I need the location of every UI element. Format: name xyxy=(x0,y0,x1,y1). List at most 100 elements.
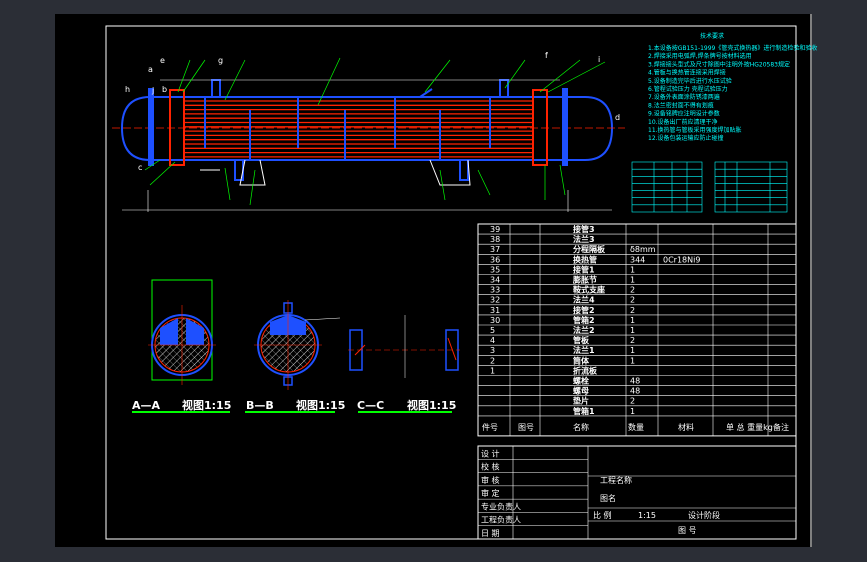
bom-no: 2 xyxy=(490,356,495,365)
note-line: 1.本设备按GB151-1999《管壳式换热器》进行制造检验和验收 xyxy=(648,44,817,52)
bom-header-weight: 单 总 重量kg xyxy=(726,422,773,432)
bom-no: 34 xyxy=(490,276,500,285)
leader-letter: e xyxy=(160,56,165,65)
bom-name: 接管3 xyxy=(573,224,595,234)
bom-name: 法兰1 xyxy=(573,345,595,355)
bom-no: 33 xyxy=(490,286,500,295)
bom-no: 4 xyxy=(490,336,495,345)
note-line: 12.设备包装运输应防止碰撞 xyxy=(648,134,724,142)
bom-name: 螺栓 xyxy=(573,376,589,386)
tb-left-label: 校 核 xyxy=(481,462,500,472)
tb-scale-label: 比 例 xyxy=(593,510,612,520)
tb-project: 工程名称 xyxy=(600,475,632,485)
right-flange xyxy=(562,88,568,166)
bom-qty: δ8mm xyxy=(630,245,656,254)
section-scale: 视图1:15 xyxy=(182,398,231,412)
note-line: 8.法兰密封面不得有划痕 xyxy=(648,101,714,109)
bom-qty: 48 xyxy=(630,377,640,386)
leader-letter: d xyxy=(615,113,620,122)
note-line: 9.设备铭牌应注明设计参数 xyxy=(648,110,720,118)
note-line: 3.焊接接头型式及尺寸除图中注明外按HG20583规定 xyxy=(648,60,790,68)
bom-no: 1 xyxy=(490,366,495,375)
leader-letter: c xyxy=(138,163,142,172)
notes-title: 技术要求 xyxy=(700,32,724,40)
bom-header-no: 件号 xyxy=(482,422,498,432)
bom-no: 5 xyxy=(490,326,495,335)
section-name: C—C xyxy=(357,399,384,412)
bom-name: 管箱1 xyxy=(573,406,595,416)
bom-header-name: 名称 xyxy=(573,422,589,432)
note-line: 7.设备外表面涂防锈漆两遍 xyxy=(648,93,720,101)
bom-name: 分程隔板 xyxy=(573,244,606,254)
leader-letter: j xyxy=(151,86,154,95)
tb-scale-value: 1:15 xyxy=(638,511,656,520)
bom-qty: 2 xyxy=(630,286,635,295)
section-name: A—A xyxy=(132,399,161,412)
bom-name: 螺母 xyxy=(573,386,589,396)
leader-letter: h xyxy=(125,85,130,94)
bom-qty: 1 xyxy=(630,346,635,355)
bom-name: 筒体 xyxy=(573,355,590,365)
cad-drawing: a b c d e f g h i j 技术要求 1.本设备按GB151-1999《管壳式换热器》… xyxy=(55,14,817,547)
bom-no: 32 xyxy=(490,296,500,305)
section-scale: 视图1:15 xyxy=(296,398,345,412)
bom-name: 换热管 xyxy=(573,254,597,264)
bom-no: 3 xyxy=(490,346,495,355)
bom-qty: 48 xyxy=(630,387,640,396)
bom-qty: 2 xyxy=(630,397,635,406)
left-flange xyxy=(148,88,154,166)
bom-no: 30 xyxy=(490,316,500,325)
tb-left-label: 审 定 xyxy=(481,488,500,498)
bom-qty: 1 xyxy=(630,326,635,335)
note-line: 11.换热管与管板采用强度焊加贴胀 xyxy=(648,126,742,134)
bom-header-material: 材料 xyxy=(678,422,694,432)
tb-number: 图 号 xyxy=(678,526,697,535)
bom-name: 管板 xyxy=(573,335,590,345)
leader-letter: a xyxy=(148,65,153,74)
bom-name: 膨胀节 xyxy=(572,275,597,285)
bom-no: 39 xyxy=(490,225,500,234)
bom-name: 垫片 xyxy=(573,396,589,406)
bom-name: 接管2 xyxy=(573,305,595,315)
bom-qty: 1 xyxy=(630,356,635,365)
bom-qty: 1 xyxy=(630,265,635,274)
bom-name: 接管1 xyxy=(573,264,595,274)
section-name: B—B xyxy=(246,399,274,412)
leader-letter: g xyxy=(218,56,223,65)
bom-no: 37 xyxy=(490,245,500,254)
tb-left-label: 工程负责人 xyxy=(481,515,521,525)
bom-no: 31 xyxy=(490,306,500,315)
bom-qty: 2 xyxy=(630,296,635,305)
leader-letter: i xyxy=(598,55,600,64)
leader-letter: f xyxy=(545,51,548,60)
bom-name: 折流板 xyxy=(573,365,598,375)
section-scale: 视图1:15 xyxy=(407,398,456,412)
bom-qty: 344 xyxy=(630,255,645,264)
bom-no: 38 xyxy=(490,235,500,244)
note-line: 4.管板与换热管连接采用焊接 xyxy=(648,69,726,77)
note-line: 10.设备出厂前应清理干净 xyxy=(648,118,718,126)
bom-qty: 2 xyxy=(630,306,635,315)
bom-name: 法兰3 xyxy=(573,234,595,244)
bom-qty: 2 xyxy=(630,336,635,345)
bom-name: 管箱2 xyxy=(573,315,595,325)
bom-name: 法兰2 xyxy=(573,325,595,335)
bom-material: 0Cr18Ni9 xyxy=(663,255,700,264)
tb-stage: 设计阶段 xyxy=(688,510,720,520)
note-line: 5.设备制造完毕后进行水压试验 xyxy=(648,77,732,85)
tb-left-label: 日 期 xyxy=(481,529,500,538)
bom-qty: 1 xyxy=(630,276,635,285)
leader-letter: b xyxy=(162,85,167,94)
tb-left-label: 专业负责人 xyxy=(481,501,521,511)
bom-name: 鞍式支座 xyxy=(573,285,605,295)
bom-no: 35 xyxy=(490,265,500,274)
tb-drawing: 图名 xyxy=(600,493,616,503)
bom-name: 法兰4 xyxy=(573,295,595,305)
bom-header-remark: 备注 xyxy=(773,422,789,432)
bom-qty: 1 xyxy=(630,316,635,325)
tb-left-label: 审 核 xyxy=(481,475,500,485)
tb-left-label: 设 计 xyxy=(481,448,500,458)
bom-no: 36 xyxy=(490,255,500,264)
bom-header-qty: 数量 xyxy=(628,422,644,432)
bom-qty: 1 xyxy=(630,407,635,416)
